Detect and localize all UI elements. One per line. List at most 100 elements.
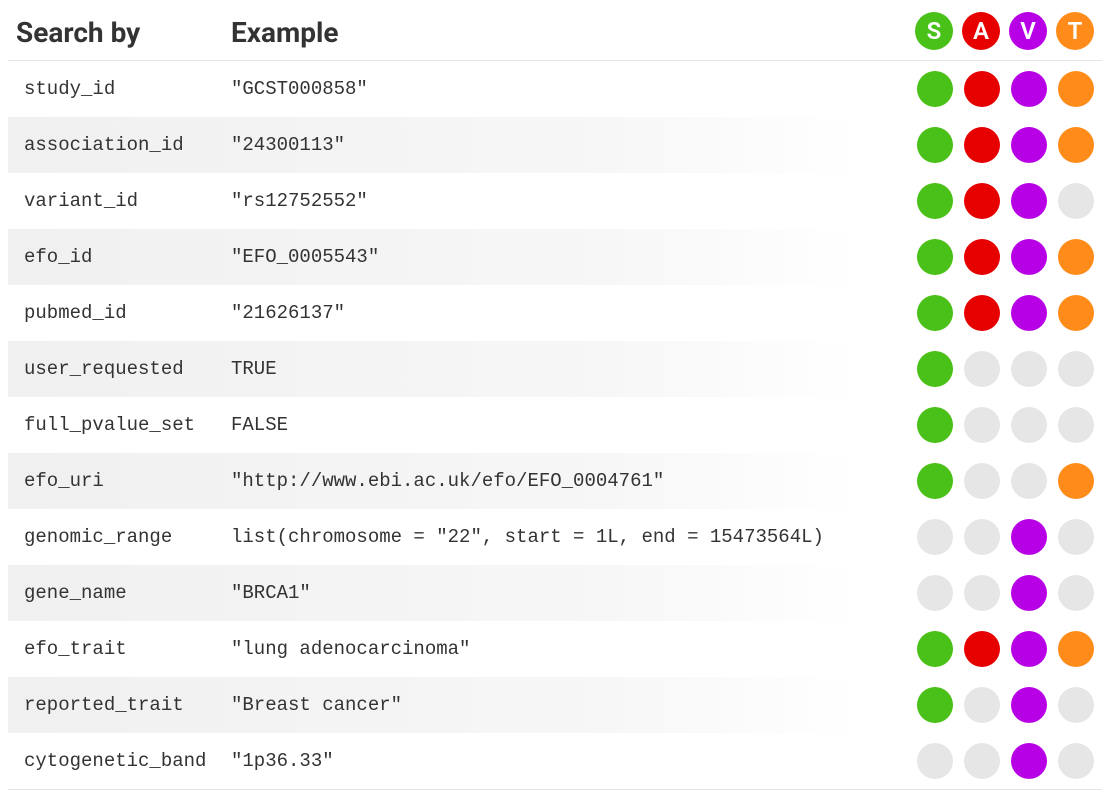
example-value: "lung adenocarcinoma" (223, 621, 882, 677)
dot-t-icon (1058, 631, 1094, 667)
dot-t-icon (1058, 71, 1094, 107)
search-by-value: efo_uri (8, 453, 223, 509)
dot-a-icon (964, 127, 1000, 163)
table-row: efo_id"EFO_0005543" (8, 229, 1102, 285)
dot-a-icon (964, 295, 1000, 331)
table-row: user_requestedTRUE (8, 341, 1102, 397)
dot-s-icon (917, 743, 953, 779)
availability-dots (882, 117, 1102, 173)
header-example: Example (223, 8, 882, 61)
dot-s-icon (917, 519, 953, 555)
example-value: "24300113" (223, 117, 882, 173)
dot-a-icon (964, 463, 1000, 499)
table-row: study_id"GCST000858" (8, 61, 1102, 118)
example-value: "Breast cancer" (223, 677, 882, 733)
dot-a-icon (964, 407, 1000, 443)
dot-v-icon (1011, 183, 1047, 219)
example-value: "http://www.ebi.ac.uk/efo/EFO_0004761" (223, 453, 882, 509)
dot-v-icon (1011, 519, 1047, 555)
search-by-value: pubmed_id (8, 285, 223, 341)
availability-dots (882, 733, 1102, 790)
header-badge-t: T (1056, 12, 1094, 50)
dot-t-icon (1058, 519, 1094, 555)
dot-v-icon (1011, 239, 1047, 275)
dot-t-icon (1058, 687, 1094, 723)
header-badge-s: S (915, 12, 953, 50)
dot-a-icon (964, 71, 1000, 107)
dot-a-icon (964, 519, 1000, 555)
dot-v-icon (1011, 407, 1047, 443)
dot-s-icon (917, 239, 953, 275)
table-row: reported_trait"Breast cancer" (8, 677, 1102, 733)
availability-dots (882, 677, 1102, 733)
example-value: "EFO_0005543" (223, 229, 882, 285)
table-row: genomic_rangelist(chromosome = "22", sta… (8, 509, 1102, 565)
search-by-value: cytogenetic_band (8, 733, 223, 790)
availability-dots (882, 621, 1102, 677)
availability-dots (882, 565, 1102, 621)
availability-dots (882, 341, 1102, 397)
availability-dots (882, 509, 1102, 565)
search-by-value: user_requested (8, 341, 223, 397)
dot-v-icon (1011, 743, 1047, 779)
table-row: association_id"24300113" (8, 117, 1102, 173)
dot-a-icon (964, 687, 1000, 723)
dot-s-icon (917, 295, 953, 331)
dot-s-icon (917, 631, 953, 667)
header-badge-a: A (962, 12, 1000, 50)
header-badges: SAVT (882, 8, 1102, 61)
availability-dots (882, 61, 1102, 118)
availability-dots (882, 229, 1102, 285)
availability-dots (882, 397, 1102, 453)
table-header-row: Search by Example SAVT (8, 8, 1102, 61)
table-row: efo_trait"lung adenocarcinoma" (8, 621, 1102, 677)
header-badge-v: V (1009, 12, 1047, 50)
search-by-value: efo_id (8, 229, 223, 285)
dot-a-icon (964, 351, 1000, 387)
dot-v-icon (1011, 463, 1047, 499)
dot-a-icon (964, 631, 1000, 667)
dot-s-icon (917, 463, 953, 499)
example-value: "1p36.33" (223, 733, 882, 790)
dot-v-icon (1011, 351, 1047, 387)
dot-t-icon (1058, 295, 1094, 331)
dot-v-icon (1011, 295, 1047, 331)
example-value: "rs12752552" (223, 173, 882, 229)
search-criteria-table: Search by Example SAVT study_id"GCST0008… (8, 8, 1102, 790)
search-by-value: full_pvalue_set (8, 397, 223, 453)
table-row: cytogenetic_band"1p36.33" (8, 733, 1102, 790)
table-row: gene_name"BRCA1" (8, 565, 1102, 621)
dot-a-icon (964, 239, 1000, 275)
search-by-value: gene_name (8, 565, 223, 621)
dot-v-icon (1011, 127, 1047, 163)
dot-a-icon (964, 743, 1000, 779)
dot-t-icon (1058, 351, 1094, 387)
example-value: "GCST000858" (223, 61, 882, 118)
table-row: pubmed_id"21626137" (8, 285, 1102, 341)
dot-s-icon (917, 351, 953, 387)
search-by-value: genomic_range (8, 509, 223, 565)
dot-v-icon (1011, 631, 1047, 667)
dot-v-icon (1011, 575, 1047, 611)
dot-a-icon (964, 575, 1000, 611)
dot-s-icon (917, 71, 953, 107)
dot-t-icon (1058, 407, 1094, 443)
header-search-by: Search by (8, 8, 223, 61)
dot-t-icon (1058, 127, 1094, 163)
dot-t-icon (1058, 239, 1094, 275)
table-body: study_id"GCST000858"association_id"24300… (8, 61, 1102, 790)
dot-t-icon (1058, 183, 1094, 219)
example-value: TRUE (223, 341, 882, 397)
table-row: variant_id"rs12752552" (8, 173, 1102, 229)
dot-t-icon (1058, 463, 1094, 499)
search-by-value: reported_trait (8, 677, 223, 733)
search-by-value: variant_id (8, 173, 223, 229)
table-row: efo_uri"http://www.ebi.ac.uk/efo/EFO_000… (8, 453, 1102, 509)
example-value: "BRCA1" (223, 565, 882, 621)
dot-t-icon (1058, 743, 1094, 779)
dot-s-icon (917, 687, 953, 723)
search-by-value: efo_trait (8, 621, 223, 677)
dot-t-icon (1058, 575, 1094, 611)
example-value: list(chromosome = "22", start = 1L, end … (223, 509, 882, 565)
dot-a-icon (964, 183, 1000, 219)
